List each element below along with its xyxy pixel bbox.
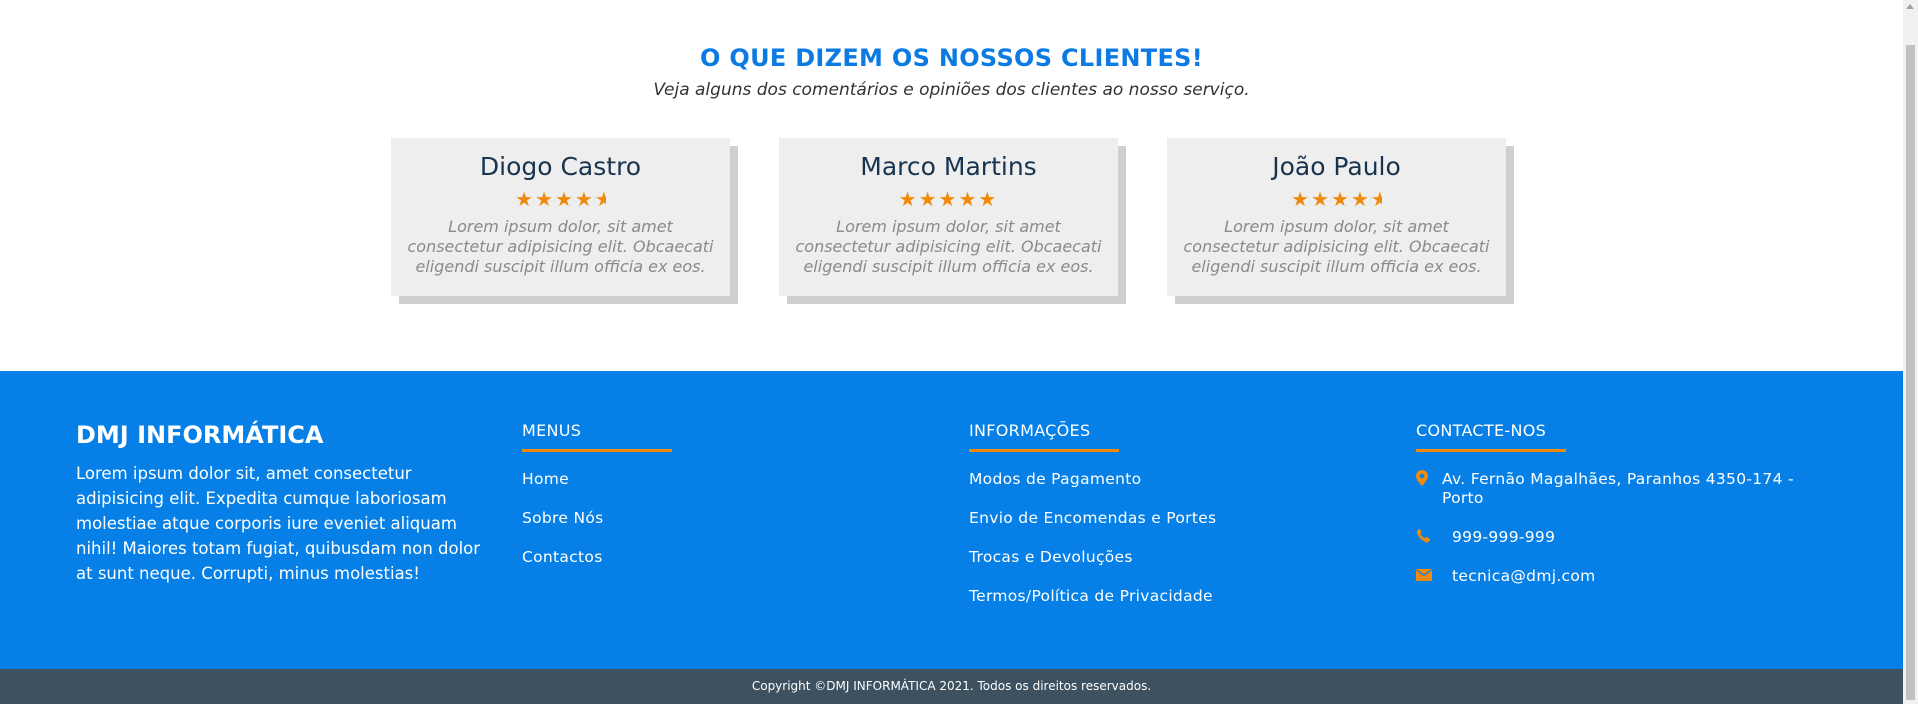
contact-address: Av. Fernão Magalhães, Paranhos 4350-174 …	[1416, 470, 1816, 528]
star-icon: ★	[1311, 187, 1331, 211]
title-underline	[522, 449, 672, 452]
envelope-icon	[1416, 567, 1452, 585]
testimonials-section: O QUE DIZEM OS NOSSOS CLIENTES! Veja alg…	[0, 0, 1903, 371]
half-star-icon: ★	[1370, 187, 1382, 211]
star-icon: ★	[918, 187, 939, 211]
menus-column: MENUS Home Sobre Nós Contactos	[522, 421, 672, 587]
star-icon: ★	[515, 187, 536, 211]
client-name: Marco Martins	[860, 152, 1037, 181]
half-star-icon: ★	[594, 187, 606, 211]
footer-brand: DMJ INFORMÁTICA	[76, 421, 324, 449]
menus-list: Home Sobre Nós Contactos	[522, 470, 672, 587]
star-icon: ★	[574, 187, 595, 211]
star-icon: ★	[938, 187, 959, 211]
star-icon: ★	[898, 187, 919, 211]
footer-link-trocas[interactable]: Trocas e Devoluções	[969, 548, 1216, 587]
footer-link-envio[interactable]: Envio de Encomendas e Portes	[969, 509, 1216, 548]
star-icon: ★	[978, 187, 999, 211]
copyright-bar: Copyright ©DMJ INFORMÁTICA 2021. Todos o…	[0, 669, 1903, 704]
info-column: INFORMAÇÕES Modos de Pagamento Envio de …	[969, 421, 1216, 626]
address-text: Av. Fernão Magalhães, Paranhos 4350-174 …	[1442, 470, 1794, 507]
client-name: João Paulo	[1272, 152, 1401, 181]
menus-title: MENUS	[522, 421, 582, 440]
star-icon: ★	[555, 187, 575, 211]
contact-list: Av. Fernão Magalhães, Paranhos 4350-174 …	[1416, 470, 1816, 606]
testimonial-text: Lorem ipsum dolor, sit amet consectetur …	[407, 217, 714, 276]
title-underline	[969, 449, 1119, 452]
footer-link-contactos[interactable]: Contactos	[522, 548, 672, 587]
footer-link-pagamento[interactable]: Modos de Pagamento	[969, 470, 1216, 509]
star-rating: ★★★★★	[1167, 187, 1506, 211]
testimonial-card: João Paulo ★★★★★ Lorem ipsum dolor, sit …	[1167, 138, 1506, 296]
contact-title: CONTACTE-NOS	[1416, 421, 1547, 440]
testimonial-card: Diogo Castro ★★★★★ Lorem ipsum dolor, si…	[391, 138, 730, 296]
testimonial-text: Lorem ipsum dolor, sit amet consectetur …	[1183, 217, 1490, 276]
footer-about-text: Lorem ipsum dolor sit, amet consectetur …	[76, 464, 481, 583]
page: O QUE DIZEM OS NOSSOS CLIENTES! Veja alg…	[0, 0, 1903, 704]
phone-icon	[1416, 528, 1452, 547]
client-name: Diogo Castro	[479, 152, 642, 181]
footer: DMJ INFORMÁTICA Lorem ipsum dolor sit, a…	[0, 371, 1903, 669]
testimonials-subtitle: Veja alguns dos comentários e opiniões d…	[653, 80, 1250, 100]
footer-link-home[interactable]: Home	[522, 470, 672, 509]
star-icon: ★	[1291, 187, 1312, 211]
info-title: INFORMAÇÕES	[969, 421, 1091, 440]
info-list: Modos de Pagamento Envio de Encomendas e…	[969, 470, 1216, 626]
contact-email: tecnica@dmj.com	[1416, 567, 1816, 606]
contact-column: CONTACTE-NOS Av. Fernão Magalhães, Paran…	[1416, 421, 1816, 606]
contact-phone: 999-999-999	[1416, 528, 1816, 567]
email-text[interactable]: tecnica@dmj.com	[1452, 567, 1596, 585]
testimonials-title: O QUE DIZEM OS NOSSOS CLIENTES!	[700, 44, 1203, 72]
testimonial-text: Lorem ipsum dolor, sit amet consectetur …	[795, 217, 1102, 276]
star-icon: ★	[1331, 187, 1351, 211]
testimonial-card: Marco Martins ★★★★★ Lorem ipsum dolor, s…	[779, 138, 1118, 296]
scrollbar-thumb[interactable]	[1906, 45, 1915, 700]
scroll-up-arrow[interactable]	[1906, 4, 1914, 9]
star-icon: ★	[958, 187, 979, 211]
title-underline	[1416, 449, 1566, 452]
star-rating: ★★★★★	[779, 187, 1118, 211]
phone-text[interactable]: 999-999-999	[1452, 528, 1555, 546]
footer-link-termos[interactable]: Termos/Política de Privacidade	[969, 587, 1216, 626]
star-icon: ★	[535, 187, 555, 211]
star-icon: ★	[1350, 187, 1371, 211]
footer-link-sobre-nos[interactable]: Sobre Nós	[522, 509, 672, 548]
page-scrollbar[interactable]	[1903, 0, 1918, 704]
star-rating: ★★★★★	[391, 187, 730, 211]
